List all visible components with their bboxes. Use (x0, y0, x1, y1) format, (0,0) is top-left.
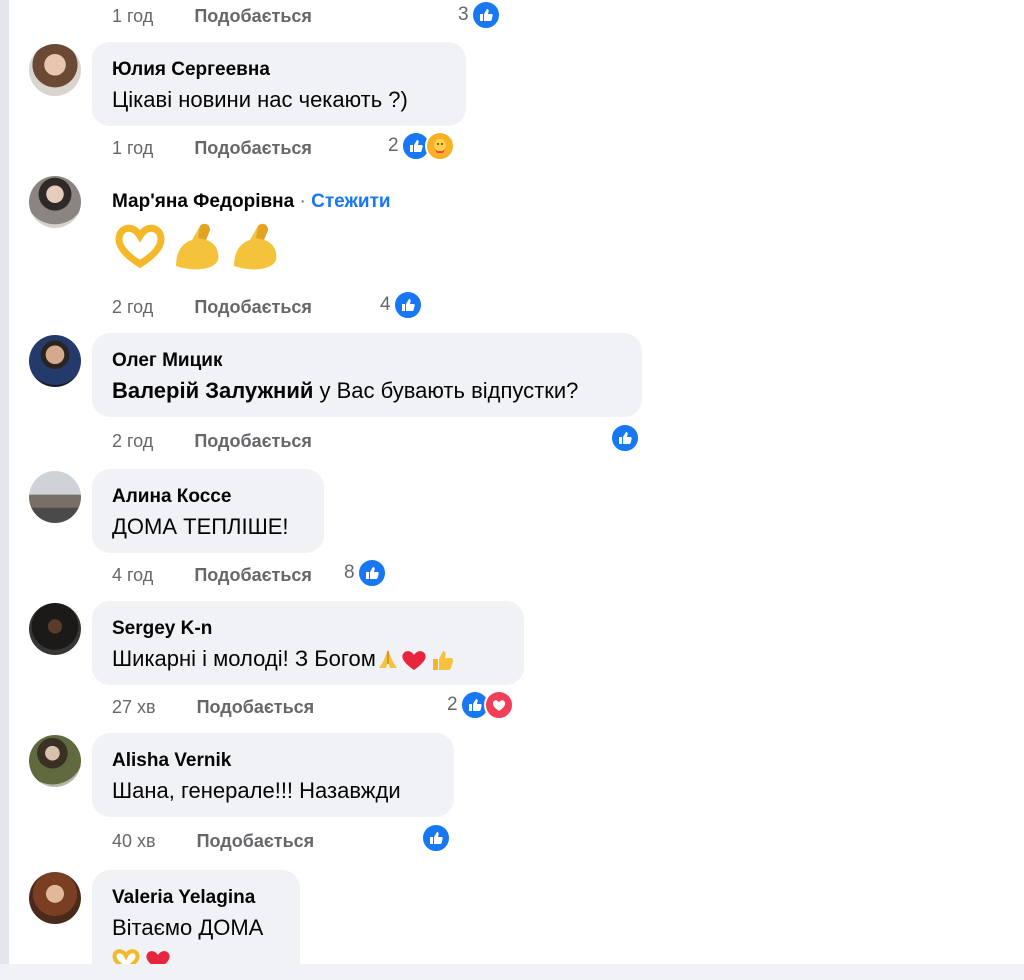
heart-hands-icon (115, 224, 165, 269)
comment-author[interactable]: Алина Коссе (112, 486, 231, 508)
comment-text: ДОМА ТЕПЛІШЕ! (112, 514, 289, 539)
comment-text: Вітаємо ДОМА (112, 915, 264, 940)
mention-link[interactable]: Валерій Залужний (112, 378, 313, 403)
like-link[interactable]: Подобається (194, 431, 312, 451)
comment-author-line: Мар'яна Федорівна · Стежити (112, 191, 391, 213)
reaction-count: 3 (458, 4, 469, 25)
comment-text: Шикарні і молоді! З Богом (112, 646, 456, 672)
comment-time[interactable]: 1 год (112, 138, 153, 158)
reaction-count: 2 (447, 694, 458, 715)
comment-author[interactable]: Мар'яна Федорівна (112, 191, 294, 212)
reaction-summary[interactable] (419, 823, 451, 853)
comment-bubble: Алина Коссе ДОМА ТЕПЛІШЕ! (92, 469, 324, 553)
like-link[interactable]: Подобається (197, 697, 315, 717)
like-icon (392, 290, 423, 320)
comment-text-body: Шикарні і молоді! З Богом (112, 646, 376, 671)
avatar[interactable] (29, 335, 81, 387)
comment-time[interactable]: 27 хв (112, 697, 156, 717)
comment-author[interactable]: Олег Мицик (112, 350, 222, 372)
comment-meta: 1 год Подобається (112, 6, 312, 27)
avatar[interactable] (29, 176, 81, 228)
avatar[interactable] (29, 603, 81, 655)
comment-text: Валерій Залужний у Вас бувають відпустки… (112, 378, 578, 404)
like-icon (356, 558, 387, 588)
comment-time[interactable]: 40 хв (112, 831, 156, 851)
like-link[interactable]: Подобається (194, 565, 312, 585)
comment-bubble: Alisha Vernik Шана, генерале!!! Назавжди (92, 733, 454, 817)
folded-hands-icon (378, 650, 397, 669)
flexed-biceps-icon (176, 223, 219, 270)
comment-time[interactable]: 2 год (112, 297, 153, 317)
scroll-edge (0, 964, 1024, 980)
reaction-summary[interactable]: 2 (388, 131, 455, 161)
follow-link[interactable]: Стежити (311, 191, 390, 212)
care-icon (424, 131, 455, 161)
reaction-summary[interactable] (608, 423, 640, 453)
red-heart-icon (402, 651, 426, 671)
reaction-summary[interactable]: 4 (380, 290, 423, 320)
avatar[interactable] (29, 471, 81, 523)
comment-meta: 4 год Подобається (112, 565, 312, 586)
flexed-biceps-icon (234, 223, 277, 270)
comment-meta: 2 год Подобається (112, 297, 312, 318)
left-rail (0, 0, 9, 980)
comment-meta: 40 хв Подобається (112, 831, 314, 852)
like-icon (610, 423, 640, 453)
avatar[interactable] (29, 44, 81, 96)
comment-meta: 27 хв Подобається (112, 697, 314, 718)
reaction-count: 8 (344, 562, 355, 583)
comment-bubble: Олег Мицик Валерій Залужний у Вас бувают… (92, 333, 642, 417)
comment-meta: 2 год Подобається (112, 431, 312, 452)
comment-text-body: у Вас бувають відпустки? (313, 378, 579, 403)
reaction-summary[interactable]: 8 (344, 558, 387, 588)
reaction-summary[interactable]: 2 (447, 690, 514, 720)
comment-time[interactable]: 2 год (112, 431, 153, 451)
like-link[interactable]: Подобається (194, 138, 312, 158)
reaction-count: 2 (388, 135, 399, 156)
like-link[interactable]: Подобається (194, 6, 312, 26)
like-link[interactable]: Подобається (197, 831, 315, 851)
like-icon (421, 823, 451, 853)
avatar[interactable] (29, 872, 81, 924)
thumbs-up-icon (432, 651, 453, 671)
like-icon (470, 0, 501, 30)
avatar[interactable] (29, 735, 81, 787)
comment-text: Цікаві новини нас чекають ?) (112, 87, 408, 112)
comment-bubble: Sergey K-n Шикарні і молоді! З Богом (92, 601, 524, 685)
comment-meta: 1 год Подобається (112, 138, 312, 159)
reaction-summary[interactable]: 3 (458, 0, 501, 30)
comment-author[interactable]: Valeria Yelagina (112, 887, 255, 909)
reaction-count: 4 (380, 294, 391, 315)
comment-author[interactable]: Sergey K-n (112, 618, 212, 640)
like-link[interactable]: Подобається (194, 297, 312, 317)
comment-time[interactable]: 4 год (112, 565, 153, 585)
comment-author[interactable]: Юлия Сергеевна (112, 59, 270, 81)
comment-bubble: Юлия Сергеевна Цікаві новини нас чекають… (92, 42, 466, 126)
love-icon (483, 690, 514, 720)
separator-dot: · (299, 191, 306, 212)
comment-author[interactable]: Alisha Vernik (112, 750, 231, 772)
comment-time[interactable]: 1 год (112, 6, 153, 26)
comment-text: Шана, генерале!!! Назавжди (112, 778, 401, 803)
emoji-content (114, 220, 282, 274)
